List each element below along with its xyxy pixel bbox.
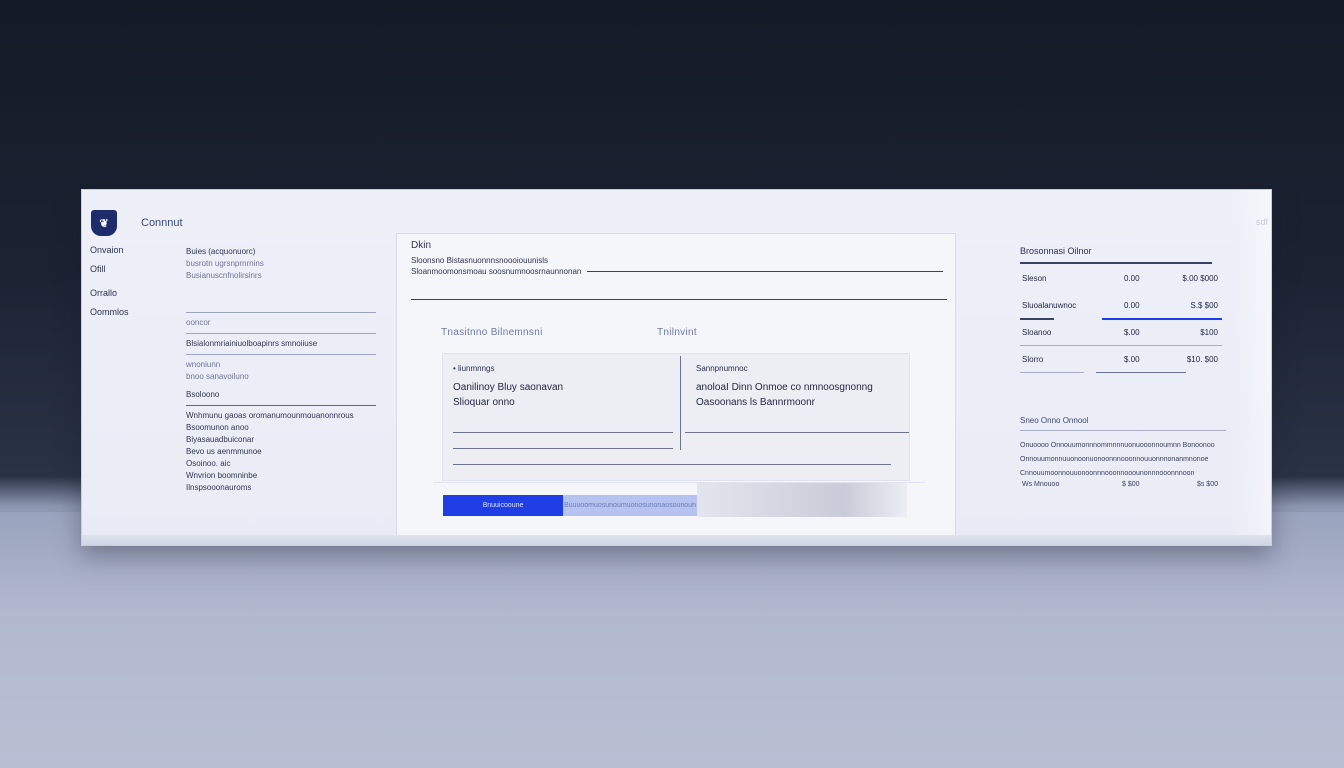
primary-button[interactable]: Bnuuicooune	[443, 495, 563, 516]
summary-qty: 0.00	[1124, 274, 1140, 283]
detail-row: Bevo us aenmmunoe	[186, 447, 262, 456]
summary-amount: $100	[1200, 328, 1218, 337]
detail-row: ooncor	[186, 318, 211, 327]
divider	[186, 405, 376, 406]
brand-name: Connnut	[141, 217, 183, 229]
notes-line: Cnnouumoonnouuonoonnnooonnooounonnnooonn…	[1020, 470, 1195, 477]
divider	[186, 354, 376, 355]
notes-panel: Sneo Onno Onnool Onuoooo Onnouumonnnommn…	[1020, 416, 1226, 495]
summary-row[interactable]: Sluoalanuwnoc 0.00 S.$ $00	[1020, 301, 1226, 328]
right-cell-text: Oasoonans ls Bannrmoonr	[696, 397, 815, 408]
field-line	[453, 448, 673, 449]
detail-row: Ilnspsooonauroms	[186, 483, 252, 492]
details-panel: Buies (acquonuorc) busrotn ugrsnprnrnins…	[186, 246, 376, 494]
notes-footer-amount: $s $00	[1196, 481, 1218, 488]
detail-row: Biyasauadbuiconar	[186, 435, 255, 444]
detail-row: Blsialonmriainiuolboapinrs smnoiiuse	[186, 339, 318, 348]
summary-qty: $.00	[1124, 328, 1140, 337]
detail-row: Wnvrion boomninbe	[186, 471, 258, 480]
content-box: • liunmnngs Oanilinoy Bluy saonavan Slio…	[442, 353, 910, 481]
sidebar-item[interactable]: Ofill	[90, 264, 160, 274]
summary-row[interactable]: Sleson 0.00 $.00 $000	[1020, 274, 1226, 301]
divider	[1020, 262, 1212, 264]
summary-name: Sluoalanuwnoc	[1022, 301, 1077, 310]
divider	[186, 333, 376, 334]
summary-name: Sloanoo	[1022, 328, 1052, 337]
secondary-button[interactable]: Buuuoomuosunoumuonosunonaosounoun	[563, 495, 697, 516]
sidebar-item[interactable]: Oommlos	[90, 307, 160, 317]
row-divider	[1020, 372, 1084, 373]
detail-row: busrotn ugrsnprnrnins	[186, 259, 264, 268]
divider	[587, 271, 943, 272]
document-title: Dkin	[411, 240, 432, 251]
summary-amount: $.00 $000	[1182, 274, 1218, 283]
shield-logo-icon: ❦	[91, 210, 117, 236]
panel-edge-glow	[1233, 190, 1271, 545]
detail-row: Buies (acquonuorc)	[186, 247, 256, 256]
field-line	[453, 432, 673, 433]
summary-row[interactable]: Slorro $.00 $10. $00	[1020, 355, 1226, 382]
divider	[1020, 430, 1226, 431]
field-line	[453, 464, 891, 465]
field-line	[685, 432, 909, 433]
tab-primary[interactable]: Tnasitnno Bilnemnsni	[441, 327, 543, 338]
sidebar-item[interactable]: Onvaion	[90, 245, 160, 255]
divider	[411, 299, 947, 300]
left-cell-text: Slioquar onno	[453, 397, 515, 408]
notes-footer: Ws Mnouoo $ $00 $s $00	[1020, 481, 1226, 495]
detail-row: Osoinoo. aic	[186, 459, 231, 468]
notes-line: Onuoooo Onnouumonnnommnnnuonuooonnoumnn …	[1020, 442, 1215, 449]
detail-row: Bsoloono	[186, 390, 220, 399]
summary-panel: Brosonnasi Oilnor Sleson 0.00 $.00 $000 …	[1020, 246, 1226, 382]
column-divider	[680, 356, 681, 450]
right-cell-label: Sannpnumnoc	[696, 364, 748, 373]
detail-row: Busianuscnfnolirsinrs	[186, 271, 262, 280]
summary-title: Brosonnasi Oilnor	[1020, 246, 1092, 256]
document-subtitle-secondary: Sloanmoomonsmoau soosnumnoosrnaunnonan	[411, 267, 582, 276]
left-cell-text: Oanilinoy Bluy saonavan	[453, 382, 564, 393]
detail-row: Wnhmunu gaoas oromanumounmouanonnrous	[186, 411, 354, 420]
summary-row[interactable]: Sloanoo $.00 $100	[1020, 328, 1226, 355]
app-window: ❦ Connnut sdf Onvaion Ofill Orrallo Oomm…	[81, 189, 1272, 546]
tab-secondary[interactable]: Tnilnvint	[657, 327, 697, 338]
panel-bottom-edge	[82, 535, 1271, 545]
row-underline	[1020, 318, 1054, 320]
sidebar-item[interactable]: Orrallo	[90, 288, 160, 298]
summary-qty: $.00	[1124, 355, 1140, 364]
notes-header: Sneo Onno Onnool	[1020, 416, 1089, 425]
summary-name: Sleson	[1022, 274, 1047, 283]
divider	[186, 312, 376, 313]
left-cell-label: • liunmnngs	[453, 364, 495, 373]
detail-row: wnoniunn	[186, 360, 221, 369]
action-bar: Bnuuicooune Buuuoomuosunoumuonosunonaoso…	[433, 482, 925, 530]
row-underline-accent	[1102, 318, 1222, 320]
right-cell-text: anoloaI Dinn Onmoe co nmnoosgnonng	[696, 382, 873, 393]
sidebar-nav: Onvaion Ofill Orrallo Oommlos	[90, 245, 160, 326]
detail-row: bnoo sanavoiluno	[186, 372, 249, 381]
row-divider	[1020, 345, 1222, 346]
detail-row: Bsoomunon anoo	[186, 423, 249, 432]
action-bar-fade	[697, 483, 907, 517]
document-card: Dkin Sloonsno Bistasnuonnnsnoooiouunisls…	[396, 233, 956, 536]
summary-qty: 0.00	[1124, 301, 1140, 310]
row-divider	[1096, 372, 1186, 373]
notes-footer-label: Ws Mnouoo	[1022, 481, 1060, 488]
notes-line: Onnouumonnuuonoonuonoonnnooonnouuonnnona…	[1020, 456, 1209, 463]
summary-amount: $10. $00	[1186, 355, 1218, 364]
summary-amount: S.$ $00	[1190, 301, 1218, 310]
notes-footer-mid: $ $00	[1122, 481, 1140, 488]
backdrop-floor	[0, 512, 1344, 768]
summary-name: Slorro	[1022, 355, 1044, 364]
document-subtitle: Sloonsno Bistasnuonnnsnoooiouunisls	[411, 256, 548, 265]
